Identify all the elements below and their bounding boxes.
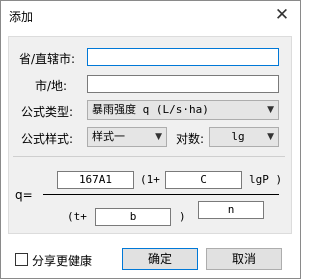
- cancel-button[interactable]: 取消: [206, 248, 282, 270]
- share-label: 分享更健康: [32, 254, 93, 268]
- formula-type-select[interactable]: 暴雨强度 q (L/s·ha) ▼: [87, 100, 279, 120]
- q-label: q=: [15, 188, 33, 202]
- c-value-input[interactable]: C: [165, 171, 242, 189]
- a-value-input[interactable]: 167A1: [57, 171, 134, 189]
- formula-style-value: 样式一: [92, 130, 125, 143]
- n-value-input[interactable]: n: [198, 201, 264, 219]
- title-bar: 添加 ✕: [1, 1, 300, 31]
- open-paren-text: (1+: [140, 173, 160, 186]
- formula-style-label: 公式样式:: [21, 132, 74, 146]
- chevron-down-icon: ▼: [267, 105, 274, 115]
- share-checkbox[interactable]: [15, 253, 28, 266]
- b-value-input[interactable]: b: [95, 208, 171, 226]
- city-input[interactable]: [87, 75, 279, 93]
- log-label: 对数:: [176, 132, 205, 146]
- province-input[interactable]: [87, 48, 279, 66]
- chevron-down-icon: ▼: [155, 132, 162, 142]
- ok-button[interactable]: 确定: [122, 248, 198, 270]
- form-panel: 省/直辖市: 市/地: 公式类型: 暴雨强度 q (L/s·ha) ▼ 公式样式…: [8, 36, 292, 234]
- add-dialog: 添加 ✕ 省/直辖市: 市/地: 公式类型: 暴雨强度 q (L/s·ha) ▼…: [0, 0, 301, 279]
- fraction-bar: [43, 194, 279, 195]
- province-label: 省/直辖市:: [19, 52, 76, 66]
- chevron-down-icon: ▼: [267, 132, 274, 142]
- formula-style-select[interactable]: 样式一 ▼: [87, 127, 167, 147]
- close-paren-text: ): [179, 210, 186, 223]
- lgp-text: lgP ): [249, 173, 283, 186]
- formula-type-value: 暴雨强度 q (L/s·ha): [92, 103, 209, 116]
- log-select[interactable]: lg ▼: [209, 127, 279, 147]
- separator: [13, 156, 285, 157]
- dialog-title: 添加: [9, 10, 34, 24]
- t-prefix-text: (t+: [67, 210, 87, 223]
- close-icon[interactable]: ✕: [272, 5, 292, 25]
- log-value: lg: [231, 130, 245, 143]
- formula-type-label: 公式类型:: [21, 105, 74, 119]
- city-label: 市/地:: [35, 79, 68, 93]
